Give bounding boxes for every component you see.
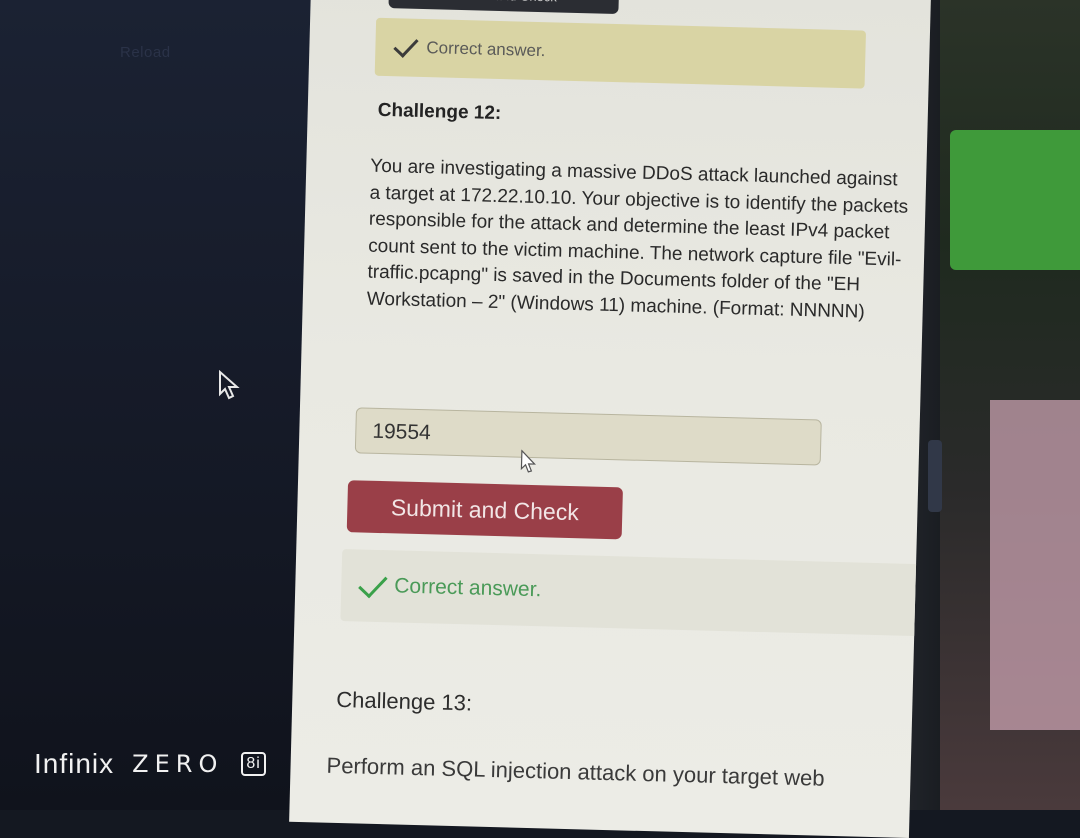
challenge-12-title: Challenge 12: <box>377 99 502 125</box>
watermark-brand: Infinix <box>34 748 115 779</box>
challenge-12-description: You are investigating a massive DDoS att… <box>366 155 909 323</box>
feedback-correct-previous: Correct answer. <box>374 17 867 89</box>
feedback-text: Correct answer. <box>426 38 546 61</box>
challenge-13-title: Challenge 13: <box>336 686 473 716</box>
feedback-correct: Correct answer. <box>340 549 923 637</box>
challenge-13-description: Perform an SQL injection attack on your … <box>326 752 825 791</box>
submit-and-check-button[interactable]: Submit and Check <box>346 480 623 540</box>
feedback-text: Correct answer. <box>394 574 542 602</box>
quiz-screen: Submit and Check Correct answer. Challen… <box>289 0 931 838</box>
previous-submit-button[interactable]: Submit and Check <box>388 0 619 15</box>
camera-watermark: Infinix ZERO 8i <box>34 748 266 780</box>
watermark-model: ZERO <box>132 750 224 778</box>
background-green-object <box>950 130 1080 270</box>
reload-ghost-text: Reload <box>120 44 171 61</box>
watermark-badge: 8i <box>241 752 266 776</box>
answer-input[interactable]: 19554 <box>354 407 822 466</box>
check-icon <box>393 31 419 58</box>
background-pink-object <box>990 400 1080 730</box>
check-icon <box>358 567 388 598</box>
device-side-button <box>928 440 942 512</box>
